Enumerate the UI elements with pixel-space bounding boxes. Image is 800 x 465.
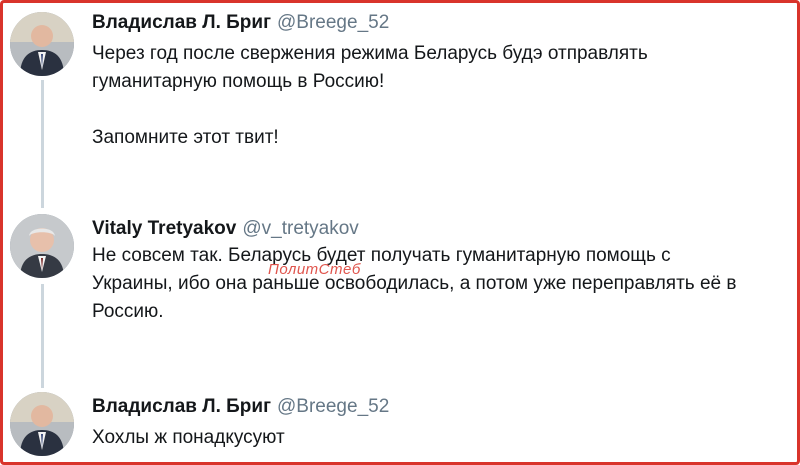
user-handle[interactable]: @Breege_52 [277, 12, 389, 33]
display-name[interactable]: Владислав Л. Бриг [92, 12, 271, 33]
thread-connector [41, 284, 44, 388]
tweet-header: Владислав Л. Бриг @Breege_52 [92, 396, 389, 418]
tweet-text: Не совсем так. Беларусь будет получать г… [92, 242, 792, 326]
person-portrait-icon [10, 214, 74, 278]
avatar[interactable] [10, 12, 74, 76]
tweet-text-line: Хохлы ж понадкусуют [92, 427, 285, 448]
display-name[interactable]: Владислав Л. Бриг [92, 396, 271, 417]
tweet-text: Хохлы ж понадкусуют [92, 424, 792, 452]
tweet-text-line: Не совсем так. Беларусь будет получать г… [92, 245, 671, 266]
tweet-text-line: Украины, ибо она раньше освободилась, а … [92, 273, 737, 294]
tweet-text-line: Через год после свержения режима Беларус… [92, 43, 648, 64]
thread-connector [41, 80, 44, 208]
watermark-text: ПолитСтеб [268, 261, 361, 278]
tweet-header: Владислав Л. Бриг @Breege_52 [92, 12, 389, 34]
user-handle[interactable]: @v_tretyakov [242, 218, 358, 239]
person-portrait-icon [10, 12, 74, 76]
tweet-text-line: гуманитарную помощь в Россию! [92, 71, 385, 92]
tweet-text-line: Запомните этот твит! [92, 127, 279, 148]
avatar[interactable] [10, 214, 74, 278]
tweet-text: Через год после свержения режима Беларус… [92, 40, 792, 152]
avatar[interactable] [10, 392, 74, 456]
tweet-text-line: Россию. [92, 301, 164, 322]
tweet-text-line [92, 96, 792, 124]
display-name[interactable]: Vitaly Tretyakov [92, 218, 236, 239]
person-portrait-icon [10, 392, 74, 456]
tweet-header: Vitaly Tretyakov @v_tretyakov [92, 218, 359, 240]
user-handle[interactable]: @Breege_52 [277, 396, 389, 417]
